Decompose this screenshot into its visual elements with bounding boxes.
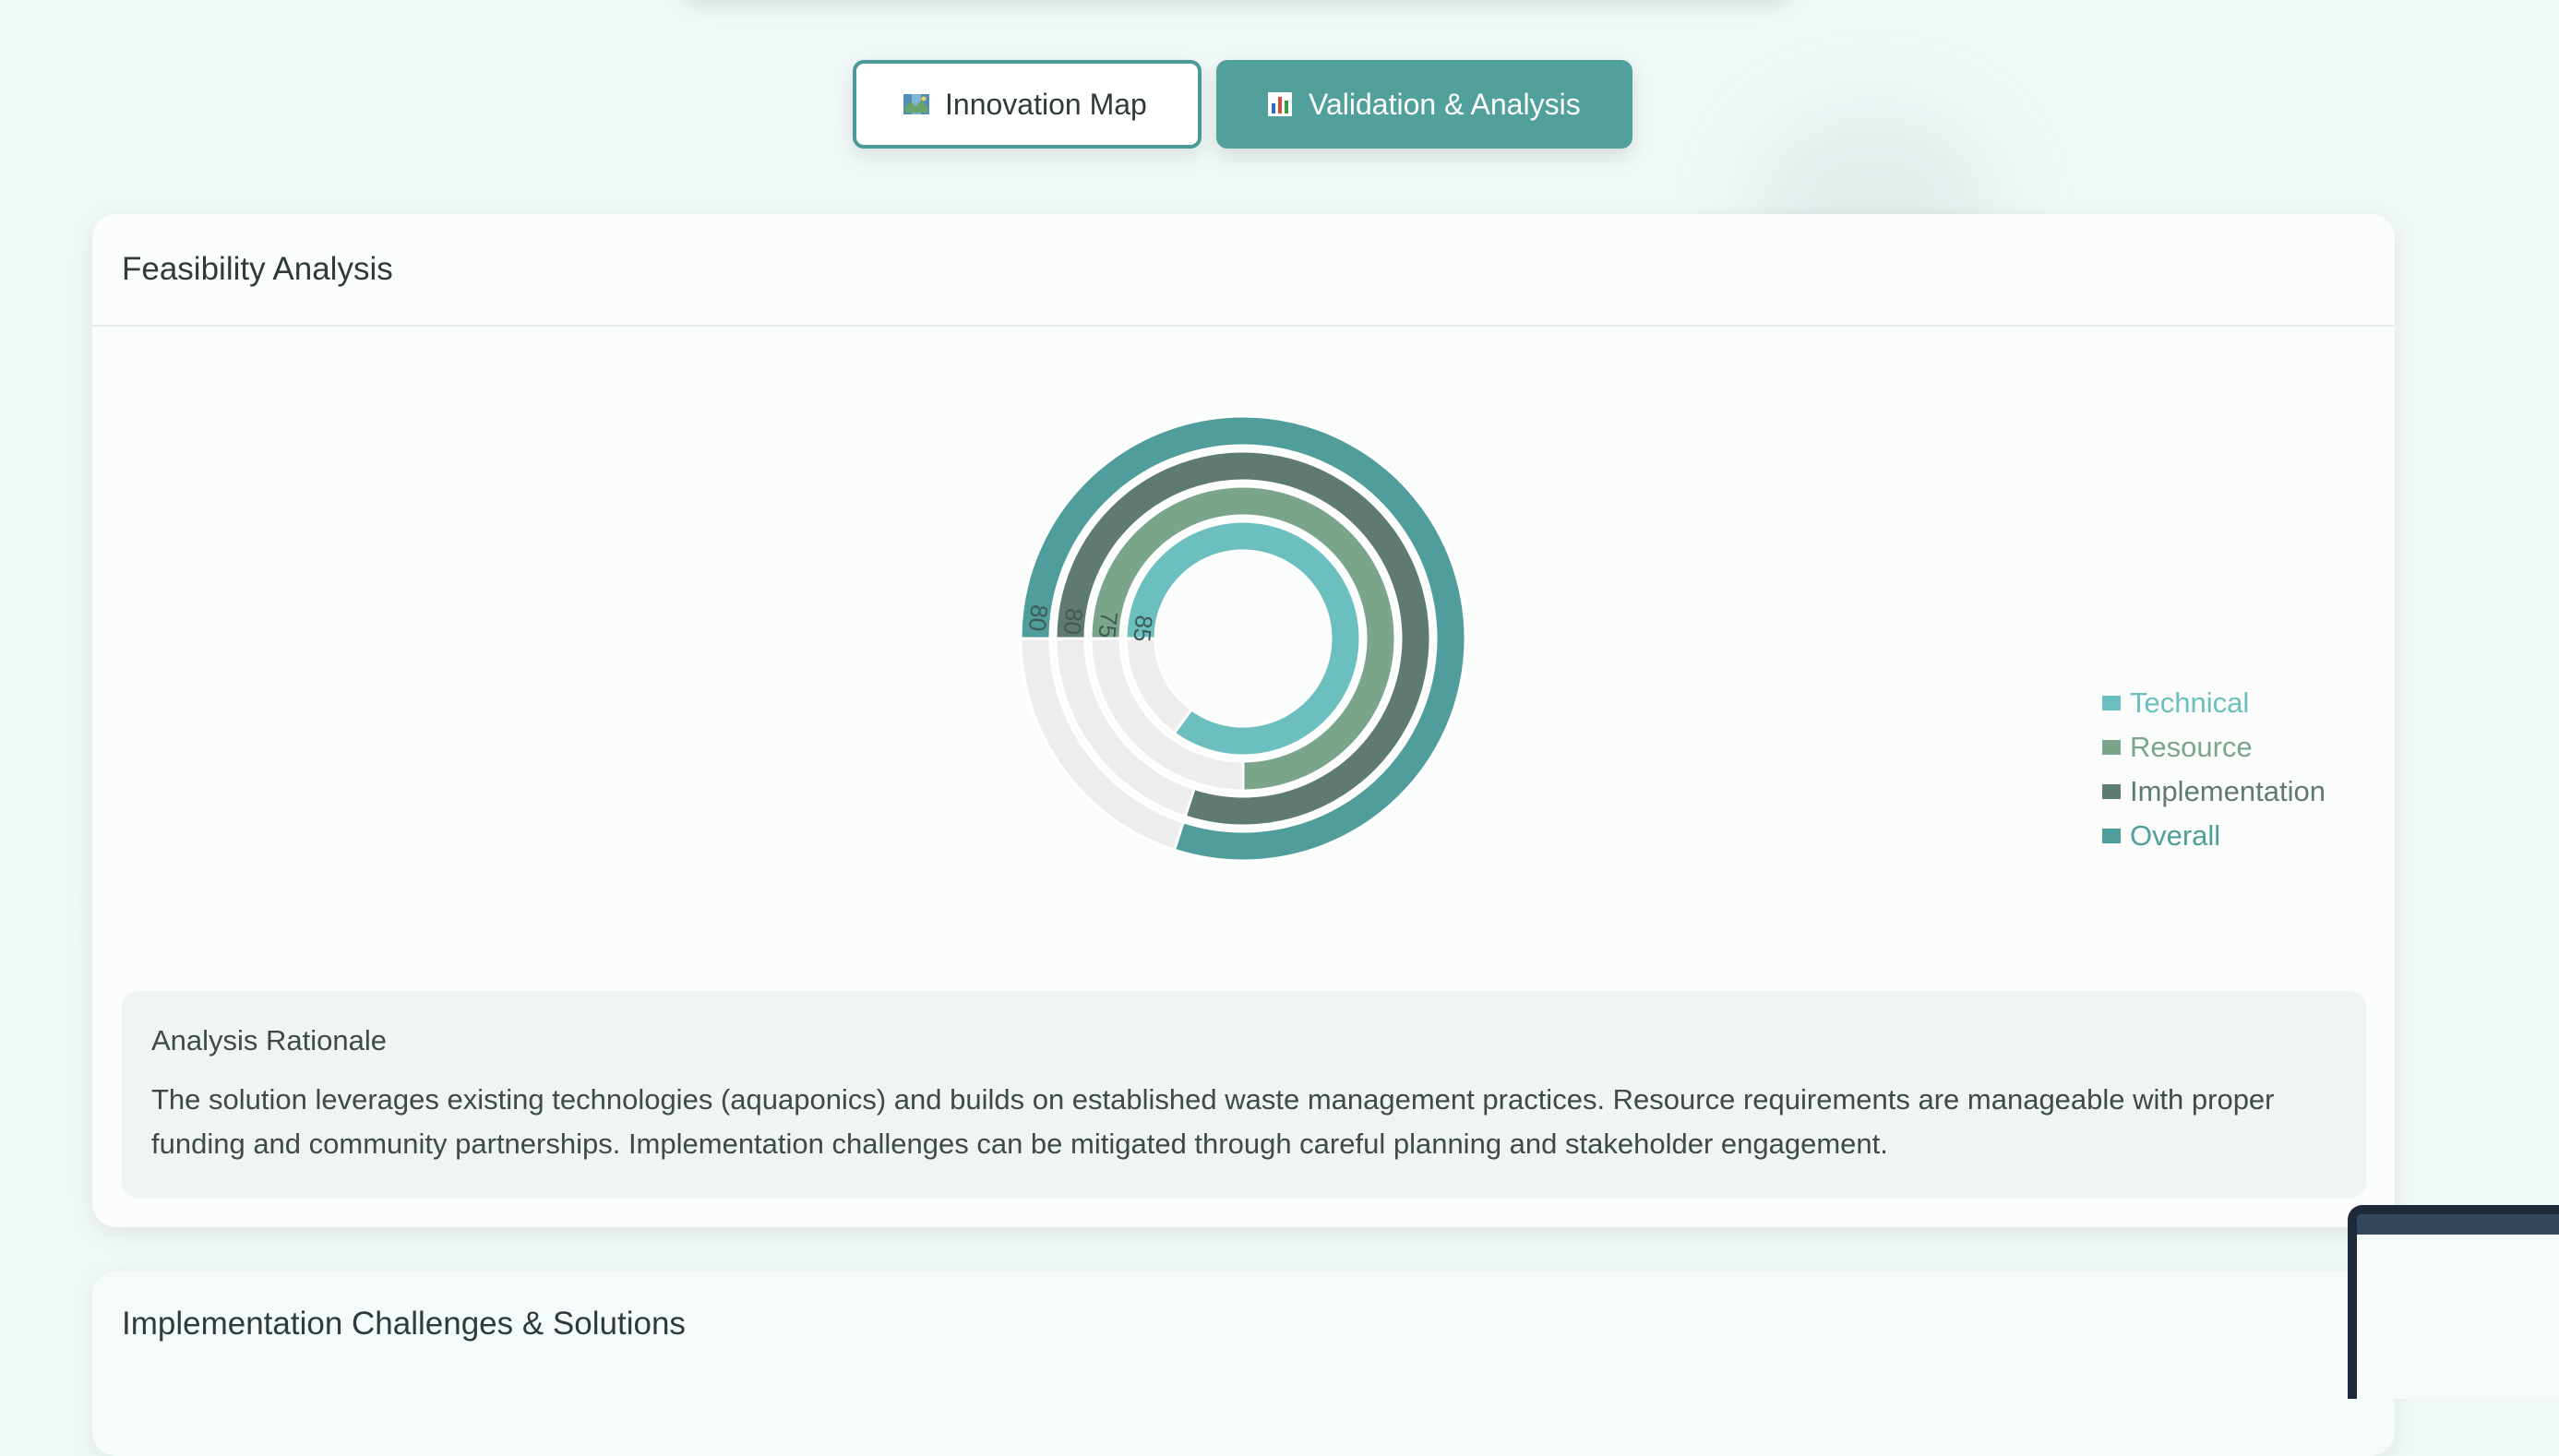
chart-legend: Technical Resource Implementation Overall [2102, 681, 2326, 858]
card-title: Implementation Challenges & Solutions [122, 1306, 686, 1342]
thumbnail-toolbar [2357, 1214, 2559, 1235]
legend-item-overall[interactable]: Overall [2102, 814, 2326, 858]
thumbnail-content [2357, 1214, 2559, 1399]
ring-value-label-overall: 80 [1023, 603, 1054, 633]
legend-swatch [2102, 696, 2121, 710]
card-title: Feasibility Analysis [122, 251, 393, 287]
legend-swatch [2102, 829, 2121, 843]
bar-chart-icon [1268, 92, 1292, 116]
ring-value-label-resource: 75 [1093, 610, 1123, 639]
tab-innovation-map[interactable]: Innovation Map [853, 60, 1202, 149]
feasibility-analysis-card: Feasibility Analysis 85 75 80 80 Technical R… [92, 214, 2395, 1227]
rationale-title: Analysis Rationale [151, 1024, 388, 1056]
screen-preview-thumbnail[interactable] [2348, 1205, 2559, 1399]
radial-bar-chart: 85758080 [1019, 414, 1467, 863]
legend-label: Overall [2130, 819, 2221, 852]
implementation-challenges-card: Implementation Challenges & Solutions [92, 1271, 2395, 1456]
legend-item-implementation[interactable]: Implementation [2102, 770, 2326, 814]
ring-value-label-implementation: 80 [1058, 607, 1089, 637]
legend-label: Resource [2130, 731, 2253, 763]
legend-label: Implementation [2130, 775, 2326, 807]
rationale-text: The solution leverages existing technolo… [151, 1083, 2275, 1160]
map-icon [903, 94, 929, 114]
ring-value-label-technical: 85 [1128, 614, 1158, 643]
card-header: Feasibility Analysis [92, 214, 2395, 327]
analysis-rationale: Analysis Rationale The solution leverage… [122, 991, 2366, 1199]
legend-item-resource[interactable]: Resource [2102, 725, 2326, 770]
legend-label: Technical [2130, 686, 2250, 719]
tab-label: Innovation Map [945, 87, 1147, 121]
tab-label: Validation & Analysis [1309, 87, 1581, 121]
legend-swatch [2102, 740, 2121, 755]
tab-validation-analysis[interactable]: Validation & Analysis [1216, 60, 1632, 149]
view-tabs: Innovation Map Validation & Analysis [853, 60, 1632, 149]
legend-item-technical[interactable]: Technical [2102, 681, 2326, 725]
legend-swatch [2102, 784, 2121, 799]
